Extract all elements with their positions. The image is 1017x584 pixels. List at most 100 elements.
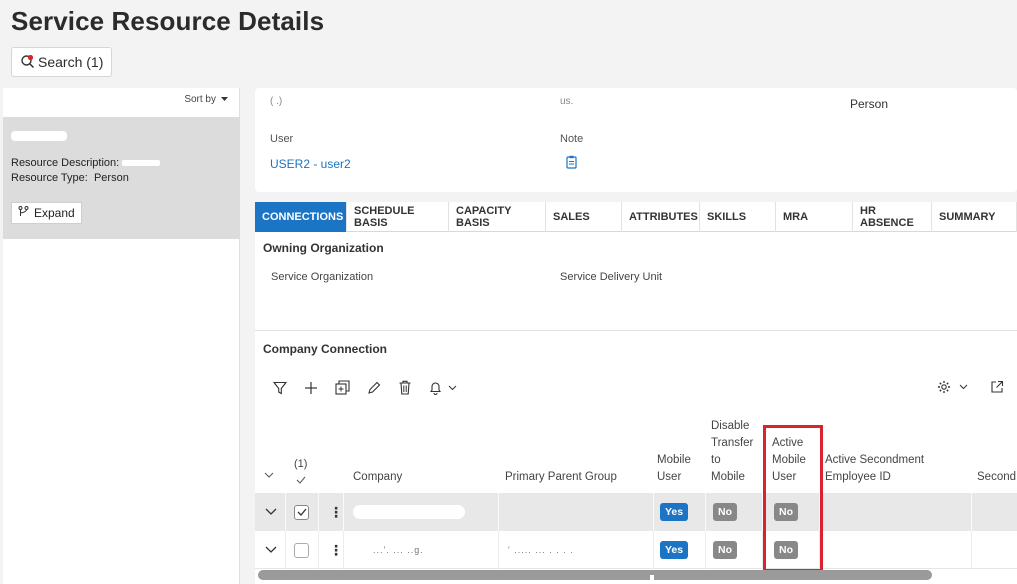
row-menu-icon[interactable]: ⋮: [329, 493, 343, 531]
resource-type-label: Resource Type:: [11, 172, 88, 184]
search-label: Search (1): [38, 54, 104, 70]
company-cell: [353, 493, 465, 531]
bell-icon: [429, 381, 442, 395]
tab-attributes[interactable]: ATTRIBUTES: [622, 202, 700, 232]
tab-sales[interactable]: SALES: [546, 202, 622, 232]
column-company[interactable]: Company: [353, 469, 402, 486]
row-expand-chevron-icon[interactable]: [265, 493, 277, 531]
parent-group-cell: ' ..... ... . . . .: [508, 545, 574, 555]
checkbox-checked[interactable]: [294, 504, 309, 520]
active-mobile-user-header-l1: Active: [772, 437, 804, 449]
company-cell: ...'. ... ..g.: [373, 545, 424, 555]
disable-transfer-header-l4: Mobile: [711, 471, 745, 483]
grid-toolbar-right: [937, 380, 1004, 394]
connections-panel: Owning Organization Service Organization…: [255, 232, 1017, 584]
check-icon: [296, 476, 306, 484]
service-delivery-unit-label: Service Delivery Unit: [560, 271, 663, 283]
disable-transfer-badge: No: [713, 541, 737, 559]
section-divider: [255, 330, 1017, 331]
redacted-company: [353, 505, 465, 519]
disable-transfer-header-l3: to: [711, 454, 721, 466]
resource-description-label: Resource Description:: [11, 157, 120, 169]
mobile-user-badge: Yes: [660, 541, 689, 559]
row-expand-chevron-icon[interactable]: [265, 531, 277, 569]
column-disable-transfer[interactable]: Disable Transfer to Mobile: [711, 418, 753, 486]
resource-details-card: ( .) us. Person User Note USER2 - user2: [255, 88, 1017, 192]
resource-description: Resource Description:: [11, 157, 161, 169]
disable-transfer-header-l2: Transfer: [711, 437, 754, 449]
tab-schedule-basis[interactable]: SCHEDULE BASIS: [347, 202, 449, 232]
active-mobile-user-badge: No: [774, 541, 798, 559]
tab-hr-absence[interactable]: HR ABSENCE: [853, 202, 932, 232]
disable-transfer-header-l1: Disable: [711, 420, 750, 432]
active-mobile-user-cell: No: [774, 531, 798, 569]
column-active-secondment[interactable]: Active Secondment Employee ID: [825, 452, 924, 486]
resource-list-panel: Sort by Resource Description: Resource T…: [3, 88, 240, 584]
selected-count[interactable]: (1): [294, 456, 307, 490]
notification-bell-menu[interactable]: [429, 381, 457, 395]
chevron-down-icon: [959, 384, 968, 390]
redacted-resource-id: [11, 131, 67, 141]
partial-field-2: us.: [560, 96, 574, 107]
add-icon[interactable]: [304, 381, 318, 395]
duplicate-icon[interactable]: [335, 380, 350, 395]
column-primary-parent-group[interactable]: Primary Parent Group: [505, 469, 617, 486]
disable-transfer-cell: No: [713, 493, 737, 531]
tab-skills[interactable]: SKILLS: [700, 202, 776, 232]
row-menu-icon[interactable]: ⋮: [329, 531, 343, 569]
user-link[interactable]: USER2 - user2: [270, 157, 351, 171]
checkbox-unchecked[interactable]: [294, 542, 309, 558]
page-title: Service Resource Details: [11, 6, 325, 36]
expand-button[interactable]: Expand: [11, 202, 82, 224]
active-mobile-user-header-l2: Mobile: [772, 454, 806, 466]
company-connection-title: Company Connection: [263, 342, 388, 356]
user-label: User: [270, 133, 294, 145]
expand-label: Expand: [34, 206, 75, 220]
owning-organization-title: Owning Organization: [263, 241, 384, 255]
resource-type-field: Person: [850, 97, 889, 111]
redacted-description: [122, 160, 161, 167]
note-icon[interactable]: [566, 155, 577, 174]
disable-transfer-badge: No: [713, 503, 737, 521]
partial-field-1: ( .): [270, 96, 283, 107]
detail-tabs: CONNECTIONS SCHEDULE BASIS CAPACITY BASI…: [255, 202, 1017, 232]
tab-mra[interactable]: MRA: [776, 202, 853, 232]
chevron-down-icon: [448, 385, 457, 390]
sort-by-dropdown[interactable]: Sort by: [184, 94, 229, 105]
gear-icon: [938, 381, 950, 393]
mobile-user-cell: Yes: [660, 531, 689, 569]
search-icon: [20, 54, 36, 70]
settings-gear-menu[interactable]: [937, 380, 968, 394]
disable-transfer-cell: No: [713, 531, 737, 569]
table-row[interactable]: ⋮ Yes No No: [255, 493, 1017, 531]
resource-card[interactable]: Resource Description: Resource Type: Per…: [3, 117, 240, 239]
tab-summary[interactable]: SUMMARY: [932, 202, 1017, 232]
export-icon[interactable]: [990, 380, 1004, 394]
tab-connections[interactable]: CONNECTIONS: [255, 202, 347, 232]
search-button[interactable]: Search (1): [11, 47, 113, 77]
expand-all-chevron-icon[interactable]: [264, 468, 274, 485]
selected-count-label: (1): [294, 458, 308, 470]
active-mobile-user-header-l3: User: [772, 471, 797, 483]
mobile-user-badge: Yes: [660, 503, 689, 521]
scrollbar-marker: [650, 575, 654, 584]
resource-type-value: Person: [93, 172, 129, 184]
mobile-user-header-l2: User: [657, 471, 682, 483]
delete-trash-icon[interactable]: [398, 380, 412, 395]
column-mobile-user[interactable]: Mobile User: [657, 452, 691, 486]
row-checkbox[interactable]: [294, 493, 309, 531]
check-icon: [297, 508, 306, 516]
column-active-mobile-user[interactable]: Active Mobile User: [772, 435, 806, 486]
tab-capacity-basis[interactable]: CAPACITY BASIS: [449, 202, 546, 232]
table-row[interactable]: ⋮ ...'. ... ..g. ' ..... ... . . . . Yes…: [255, 531, 1017, 569]
column-second[interactable]: Second: [977, 469, 1016, 486]
grid-header: (1) Company Primary Parent Group Mobile U…: [255, 412, 1017, 492]
resource-type: Resource Type: Person: [11, 172, 129, 184]
active-mobile-user-cell: No: [774, 493, 798, 531]
edit-pencil-icon[interactable]: [367, 381, 381, 395]
mobile-user-cell: Yes: [660, 493, 689, 531]
active-mobile-user-badge: No: [774, 503, 798, 521]
horizontal-scrollbar[interactable]: [258, 570, 932, 580]
filter-icon[interactable]: [273, 381, 287, 395]
row-checkbox[interactable]: [294, 531, 309, 569]
